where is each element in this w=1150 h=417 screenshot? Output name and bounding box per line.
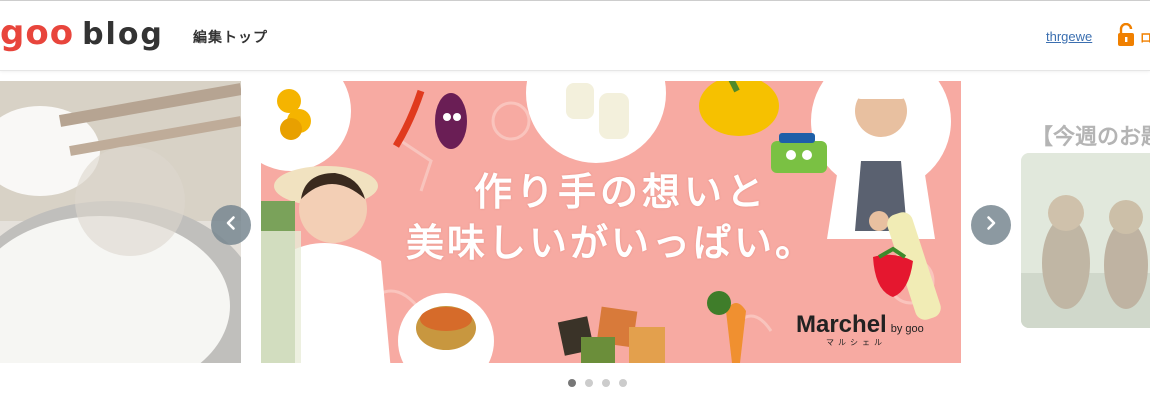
brand-by: by goo	[890, 323, 924, 335]
carousel-dot[interactable]	[602, 379, 610, 387]
carousel-pagination	[568, 379, 627, 387]
chevron-left-icon	[223, 215, 239, 235]
brand-name: Marchel	[796, 311, 887, 338]
headline-line2: 美味しいがいっぱい。	[405, 221, 816, 265]
banner-carousel: 作り手の想いと 美味しいがいっぱい。 Marchel by goo マルシェル …	[0, 81, 1150, 363]
padlock-open-icon	[1116, 22, 1136, 51]
marchel-brand-logo: Marchel by goo	[796, 311, 924, 339]
logo-goo-text: goo	[0, 13, 75, 53]
goo-blog-logo[interactable]: goo blog	[0, 13, 164, 53]
username-link[interactable]: thrgewe	[1046, 29, 1092, 44]
carousel-dot[interactable]	[619, 379, 627, 387]
brand-kana: マルシェル	[826, 338, 886, 347]
headline-line1: 作り手の想いと	[473, 170, 768, 214]
carousel-prev-button[interactable]	[211, 205, 251, 245]
logout-label: ロ	[1140, 30, 1150, 45]
carousel-dot[interactable]	[568, 379, 576, 387]
chevron-right-icon	[983, 215, 999, 235]
site-header: goo blog 編集トップ thrgewe ロ	[0, 1, 1150, 71]
logo-blog-text: blog	[82, 17, 164, 52]
banner-headline: 作り手の想いと 美味しいがいっぱい。	[391, 169, 851, 271]
carousel-dot[interactable]	[585, 379, 593, 387]
logout-button[interactable]: ロ	[1116, 22, 1150, 51]
carousel-next-button[interactable]	[971, 205, 1011, 245]
inactive-slide-fade	[0, 81, 241, 363]
slide-main-marchel[interactable]: 作り手の想いと 美味しいがいっぱい。 Marchel by goo マルシェル	[261, 81, 961, 363]
edit-top-link[interactable]: 編集トップ	[193, 27, 268, 47]
slide-prev-rice[interactable]	[0, 81, 241, 363]
